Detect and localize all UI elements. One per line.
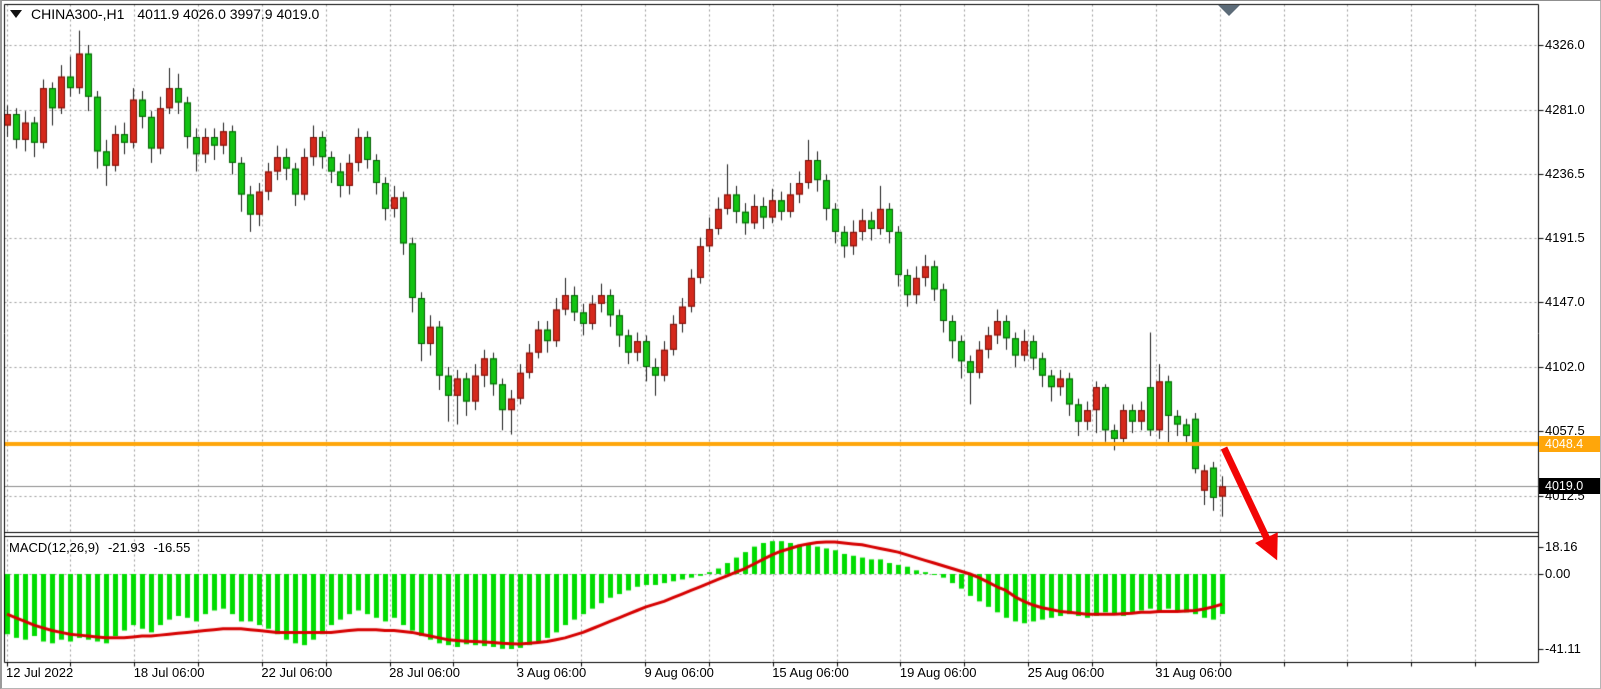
price-axis-label: 4326.0	[1545, 37, 1585, 52]
date-axis-label: 28 Jul 06:00	[389, 665, 460, 680]
date-axis-label: 31 Aug 06:00	[1155, 665, 1232, 680]
chart-canvas[interactable]	[2, 1, 1601, 689]
date-axis-label: 18 Jul 06:00	[134, 665, 205, 680]
date-axis-label: 3 Aug 06:00	[517, 665, 586, 680]
ohlc-values: 4011.9 4026.0 3997.9 4019.0	[137, 6, 319, 22]
orange-line-price-badge: 4048.4	[1539, 436, 1601, 452]
macd-signal-value: -16.55	[153, 540, 190, 555]
macd-name: MACD(12,26,9)	[9, 540, 99, 555]
price-axis-label: 4236.5	[1545, 166, 1585, 181]
price-axis-label: 4281.0	[1545, 102, 1585, 117]
date-axis-label: 12 Jul 2022	[6, 665, 73, 680]
date-axis-label: 19 Aug 06:00	[900, 665, 977, 680]
collapse-triangle-icon[interactable]	[10, 10, 22, 18]
macd-indicator-label: MACD(12,26,9) -21.93 -16.55	[9, 540, 195, 555]
chart-window: CHINA300-,H1 4011.9 4026.0 3997.9 4019.0…	[0, 0, 1601, 689]
macd-main-value: -21.93	[108, 540, 145, 555]
chart-title: CHINA300-,H1 4011.9 4026.0 3997.9 4019.0	[10, 6, 319, 22]
macd-axis-label: 18.16	[1545, 539, 1578, 554]
price-axis-label: 4147.0	[1545, 294, 1585, 309]
bid-price-badge: 4019.0	[1539, 478, 1601, 494]
date-axis-label: 15 Aug 06:00	[772, 665, 849, 680]
date-axis-label: 22 Jul 06:00	[261, 665, 332, 680]
date-axis-label: 25 Aug 06:00	[1028, 665, 1105, 680]
date-axis-label: 9 Aug 06:00	[645, 665, 714, 680]
price-axis-label: 4191.5	[1545, 230, 1585, 245]
macd-axis-label: 0.00	[1545, 566, 1570, 581]
macd-axis-label: -41.11	[1545, 641, 1581, 656]
price-axis-label: 4102.0	[1545, 359, 1585, 374]
symbol-period-label: CHINA300-,H1	[31, 6, 124, 22]
chart-shift-marker-icon	[1218, 5, 1240, 16]
